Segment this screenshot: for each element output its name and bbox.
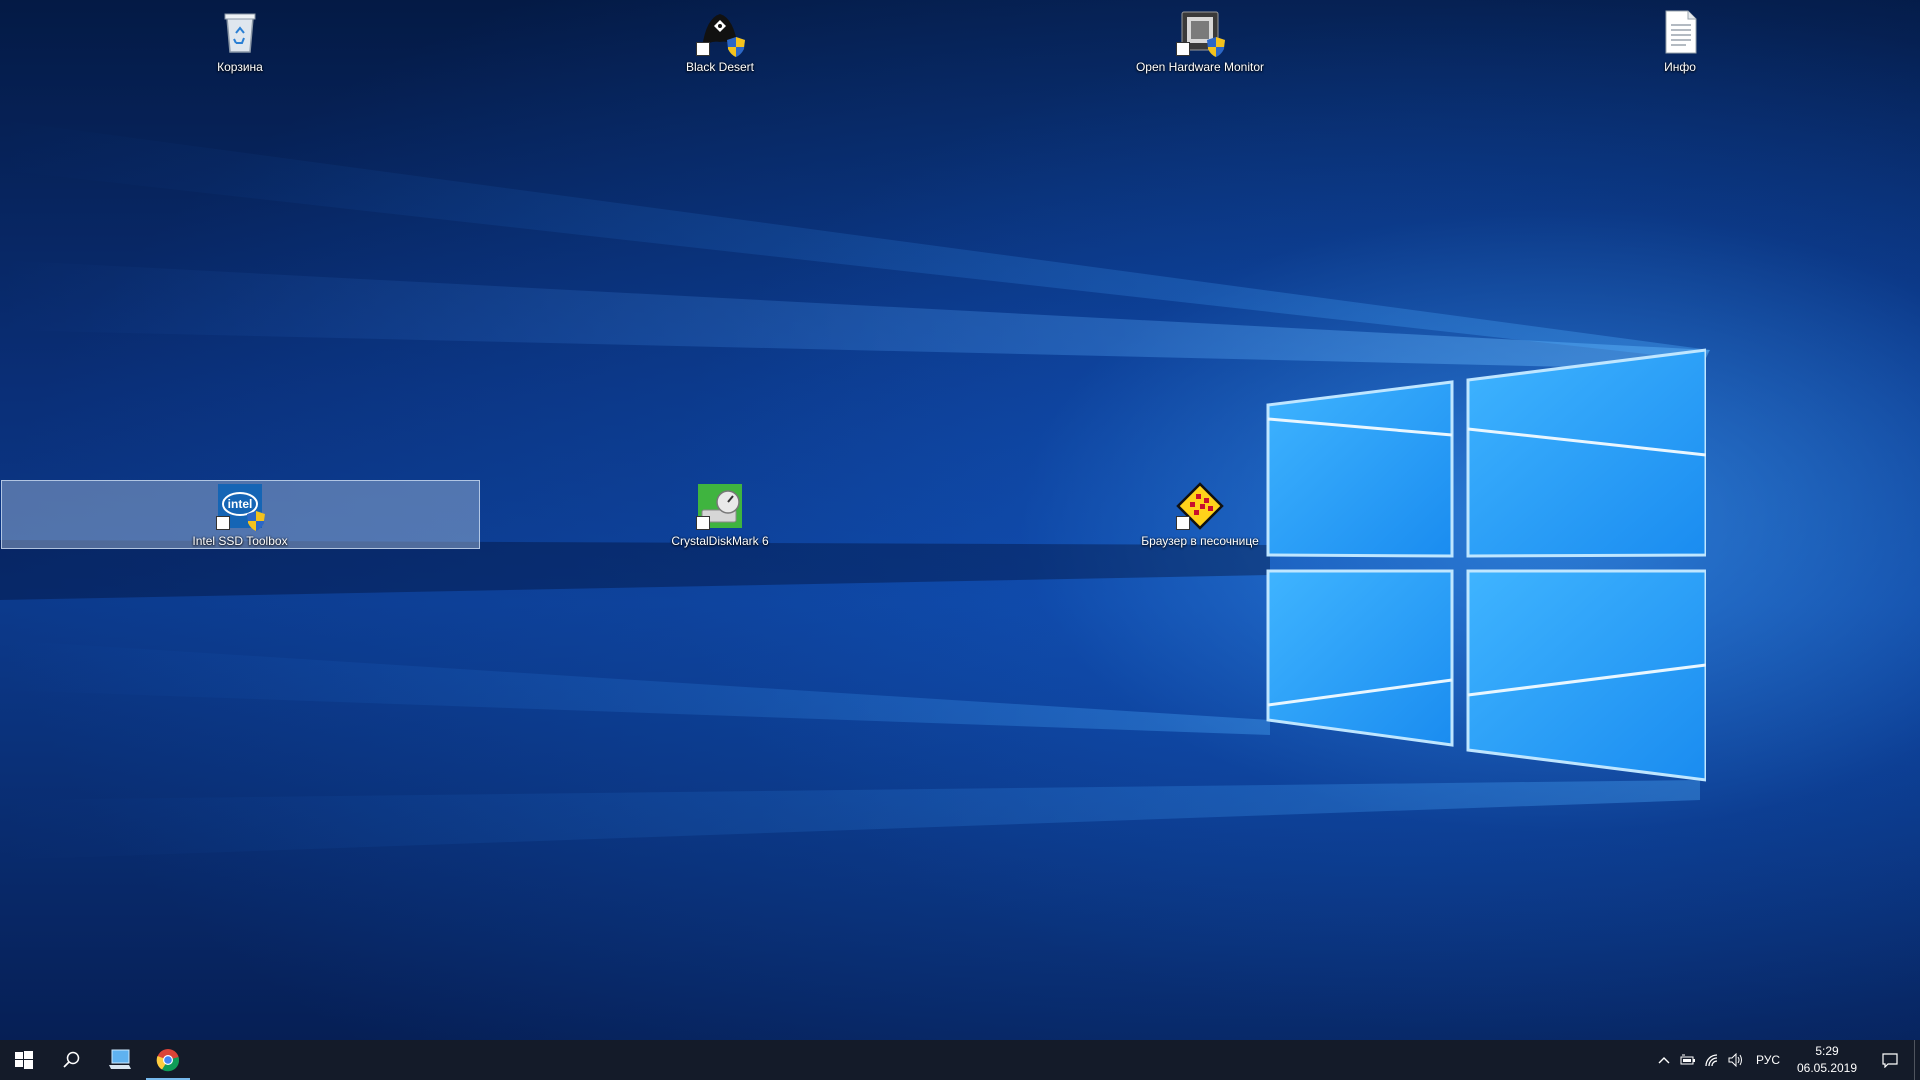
crystaldiskmark-icon bbox=[696, 482, 744, 530]
desktop-icon-open-hardware-monitor[interactable]: Open Hardware Monitor bbox=[1136, 8, 1264, 74]
show-hidden-icons-button[interactable] bbox=[1652, 1040, 1676, 1080]
uac-shield-icon bbox=[247, 511, 265, 531]
search-icon bbox=[63, 1051, 80, 1068]
system-tray: РУС 5:29 06.05.2019 bbox=[1652, 1040, 1920, 1080]
shortcut-arrow-icon bbox=[696, 516, 710, 530]
windows-logo-wallpaper bbox=[1266, 348, 1706, 782]
shortcut-arrow-icon bbox=[1176, 516, 1190, 530]
taskbar-this-pc[interactable] bbox=[96, 1040, 144, 1080]
shortcut-arrow-icon bbox=[216, 516, 230, 530]
desktop-icon-label: Open Hardware Monitor bbox=[1135, 60, 1265, 74]
desktop-icon-label: CrystalDiskMark 6 bbox=[671, 534, 769, 548]
tray-network[interactable] bbox=[1700, 1040, 1724, 1080]
action-center-button[interactable] bbox=[1866, 1040, 1914, 1080]
start-button[interactable] bbox=[0, 1040, 48, 1080]
this-pc-icon bbox=[109, 1049, 131, 1069]
notification-icon bbox=[1882, 1053, 1898, 1068]
taskbar-chrome[interactable] bbox=[144, 1040, 192, 1080]
text-file-icon bbox=[1656, 8, 1704, 56]
desktop-icon-label: Intel SSD Toolbox bbox=[192, 534, 288, 548]
desktop-icon-black-desert[interactable]: Black Desert bbox=[672, 8, 768, 74]
desktop-icon-intel-ssd-toolbox[interactable]: intel Intel SSD Toolbox bbox=[192, 482, 288, 548]
hardware-monitor-icon bbox=[1176, 8, 1225, 57]
volume-icon bbox=[1728, 1053, 1742, 1067]
intel-icon: intel bbox=[216, 482, 265, 531]
desktop-icon-label: Инфо bbox=[1664, 60, 1696, 74]
recycle-bin-icon bbox=[216, 8, 264, 56]
black-desert-icon bbox=[696, 8, 745, 57]
uac-shield-icon bbox=[1207, 37, 1225, 57]
desktop-icon-label: Black Desert bbox=[685, 60, 755, 74]
desktop[interactable]: Корзина Black Desert Open Hardware Monit… bbox=[0, 0, 1920, 1040]
desktop-icon-sandbox-browser[interactable]: Браузер в песочнице bbox=[1141, 482, 1259, 548]
shortcut-arrow-icon bbox=[1176, 42, 1190, 56]
desktop-icon-label: Корзина bbox=[217, 60, 263, 74]
tray-volume[interactable] bbox=[1724, 1040, 1748, 1080]
clock-date: 06.05.2019 bbox=[1796, 1061, 1858, 1075]
taskbar-clock[interactable]: 5:29 06.05.2019 bbox=[1788, 1040, 1866, 1080]
desktop-icon-crystaldiskmark[interactable]: CrystalDiskMark 6 bbox=[671, 482, 769, 548]
desktop-icon-recycle-bin[interactable]: Корзина bbox=[192, 8, 288, 74]
uac-shield-icon bbox=[727, 37, 745, 57]
sandbox-browser-icon bbox=[1176, 482, 1224, 530]
chevron-up-icon bbox=[1658, 1057, 1670, 1064]
clock-time: 5:29 bbox=[1815, 1044, 1839, 1058]
show-desktop-button[interactable] bbox=[1914, 1040, 1920, 1080]
desktop-icon-info-file[interactable]: Инфо bbox=[1632, 8, 1728, 74]
battery-icon bbox=[1680, 1054, 1695, 1065]
search-button[interactable] bbox=[48, 1040, 96, 1080]
taskbar: РУС 5:29 06.05.2019 bbox=[0, 1040, 1920, 1080]
chrome-icon bbox=[156, 1049, 180, 1072]
shortcut-arrow-icon bbox=[696, 42, 710, 56]
svg-text:intel: intel bbox=[228, 497, 253, 511]
desktop-icon-label: Браузер в песочнице bbox=[1141, 534, 1259, 548]
input-language-indicator[interactable]: РУС bbox=[1748, 1053, 1788, 1067]
windows-start-icon bbox=[15, 1051, 33, 1069]
network-icon bbox=[1705, 1054, 1718, 1067]
tray-battery[interactable] bbox=[1676, 1040, 1700, 1080]
